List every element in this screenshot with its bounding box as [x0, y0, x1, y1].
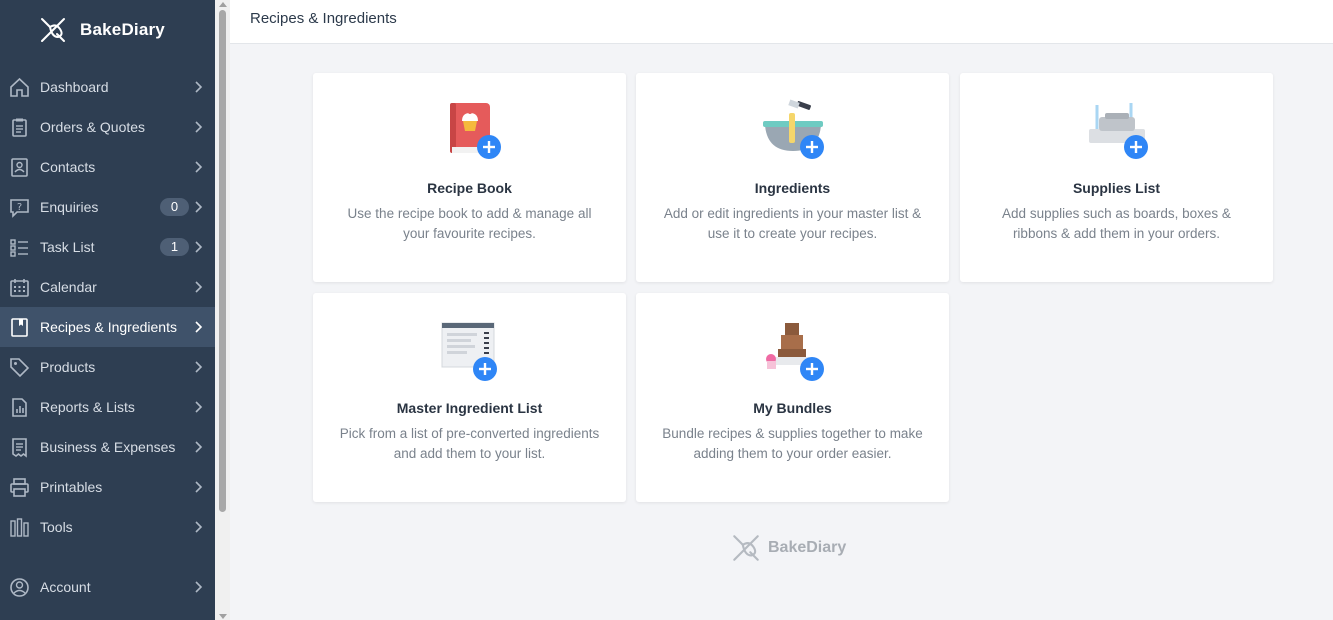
- home-icon: [9, 77, 30, 98]
- chevron-right-icon: [195, 81, 203, 93]
- chevron-right-icon: [195, 321, 203, 333]
- app-name: BakeDiary: [80, 20, 165, 39]
- sidebar-item-enquiries[interactable]: ? Enquiries 0: [0, 187, 215, 227]
- scroll-thumb[interactable]: [219, 10, 226, 512]
- sidebar: BakeDiary Dashboard Orders & Quotes Cont…: [0, 0, 215, 620]
- svg-text:?: ?: [17, 202, 22, 213]
- chevron-right-icon: [195, 241, 203, 253]
- scroll-down-arrow-icon[interactable]: [219, 614, 227, 619]
- whisk-rolling-pin-icon: [41, 18, 65, 42]
- chevron-right-icon: [195, 201, 203, 213]
- clipboard-icon: [9, 117, 30, 138]
- ingredients-card[interactable]: Ingredients Add or edit ingredients in y…: [636, 73, 949, 282]
- report-icon: [9, 397, 30, 418]
- chevron-right-icon: [195, 581, 203, 593]
- printer-icon: [9, 477, 30, 498]
- recipe-book-card[interactable]: Recipe Book Use the recipe book to add &…: [313, 73, 626, 282]
- mixing-bowl-icon: [762, 99, 824, 159]
- calendar-icon: [9, 277, 30, 298]
- sidebar-item-tools[interactable]: Tools: [0, 507, 215, 547]
- chevron-right-icon: [195, 121, 203, 133]
- user-circle-icon: [9, 577, 30, 598]
- chevron-right-icon: [195, 161, 203, 173]
- app-logo[interactable]: BakeDiary: [0, 0, 215, 60]
- page-header: Recipes & Ingredients: [230, 0, 1333, 44]
- card-title: Master Ingredient List: [396, 400, 543, 416]
- card-description: Add supplies such as boards, boxes & rib…: [1002, 206, 1231, 241]
- sidebar-item-business[interactable]: Business & Expenses: [0, 427, 215, 467]
- sidebar-item-reports[interactable]: Reports & Lists: [0, 387, 215, 427]
- contact-card-icon: [9, 157, 30, 178]
- book-icon: [9, 317, 30, 338]
- card-description: Use the recipe book to add & manage all …: [347, 206, 592, 241]
- scroll-up-arrow-icon[interactable]: [219, 2, 227, 7]
- sidebar-item-calendar[interactable]: Calendar: [0, 267, 215, 307]
- chevron-right-icon: [195, 481, 203, 493]
- task-count-badge: 1: [160, 238, 189, 256]
- chevron-right-icon: [195, 441, 203, 453]
- sidebar-item-contacts[interactable]: Contacts: [0, 147, 215, 187]
- sidebar-item-dashboard[interactable]: Dashboard: [0, 67, 215, 107]
- supplies-icon: [1088, 103, 1148, 159]
- sidebar-item-task-list[interactable]: Task List 1: [0, 227, 215, 267]
- my-bundles-card[interactable]: My Bundles Bundle recipes & supplies tog…: [636, 293, 949, 502]
- card-title: My Bundles: [753, 400, 832, 416]
- sidebar-scrollbar[interactable]: [215, 0, 230, 620]
- question-bubble-icon: ?: [9, 197, 30, 218]
- receipt-icon: [9, 437, 30, 458]
- footer-brand-name: BakeDiary: [768, 539, 847, 556]
- master-list-icon: [441, 322, 497, 381]
- card-title: Recipe Book: [427, 180, 512, 196]
- sidebar-item-products[interactable]: Products: [0, 347, 215, 387]
- footer-logo: BakeDiary: [730, 532, 846, 564]
- bundle-boxes-icon: [765, 323, 824, 381]
- page-title: Recipes & Ingredients: [250, 10, 397, 27]
- master-ingredient-list-card[interactable]: Master Ingredient List Pick from a list …: [313, 293, 626, 502]
- enquiries-count-badge: 0: [160, 198, 189, 216]
- whisk-rolling-pin-icon: [733, 535, 759, 561]
- checklist-icon: [9, 237, 30, 258]
- tools-icon: [9, 517, 30, 538]
- chevron-right-icon: [195, 361, 203, 373]
- chevron-right-icon: [195, 521, 203, 533]
- chevron-right-icon: [195, 401, 203, 413]
- recipe-book-icon: [449, 103, 501, 159]
- supplies-list-card[interactable]: Supplies List Add supplies such as board…: [960, 73, 1273, 282]
- card-title: Supplies List: [1072, 180, 1161, 196]
- tag-icon: [9, 357, 30, 378]
- sidebar-item-orders[interactable]: Orders & Quotes: [0, 107, 215, 147]
- sidebar-item-account[interactable]: Account: [0, 567, 215, 607]
- sidebar-item-recipes[interactable]: Recipes & Ingredients: [0, 307, 215, 347]
- card-description: Bundle recipes & supplies together to ma…: [662, 426, 923, 461]
- card-title: Ingredients: [754, 180, 831, 196]
- card-description: Add or edit ingredients in your master l…: [663, 206, 922, 241]
- chevron-right-icon: [195, 281, 203, 293]
- sidebar-item-printables[interactable]: Printables: [0, 467, 215, 507]
- card-description: Pick from a list of pre-converted ingred…: [339, 426, 600, 461]
